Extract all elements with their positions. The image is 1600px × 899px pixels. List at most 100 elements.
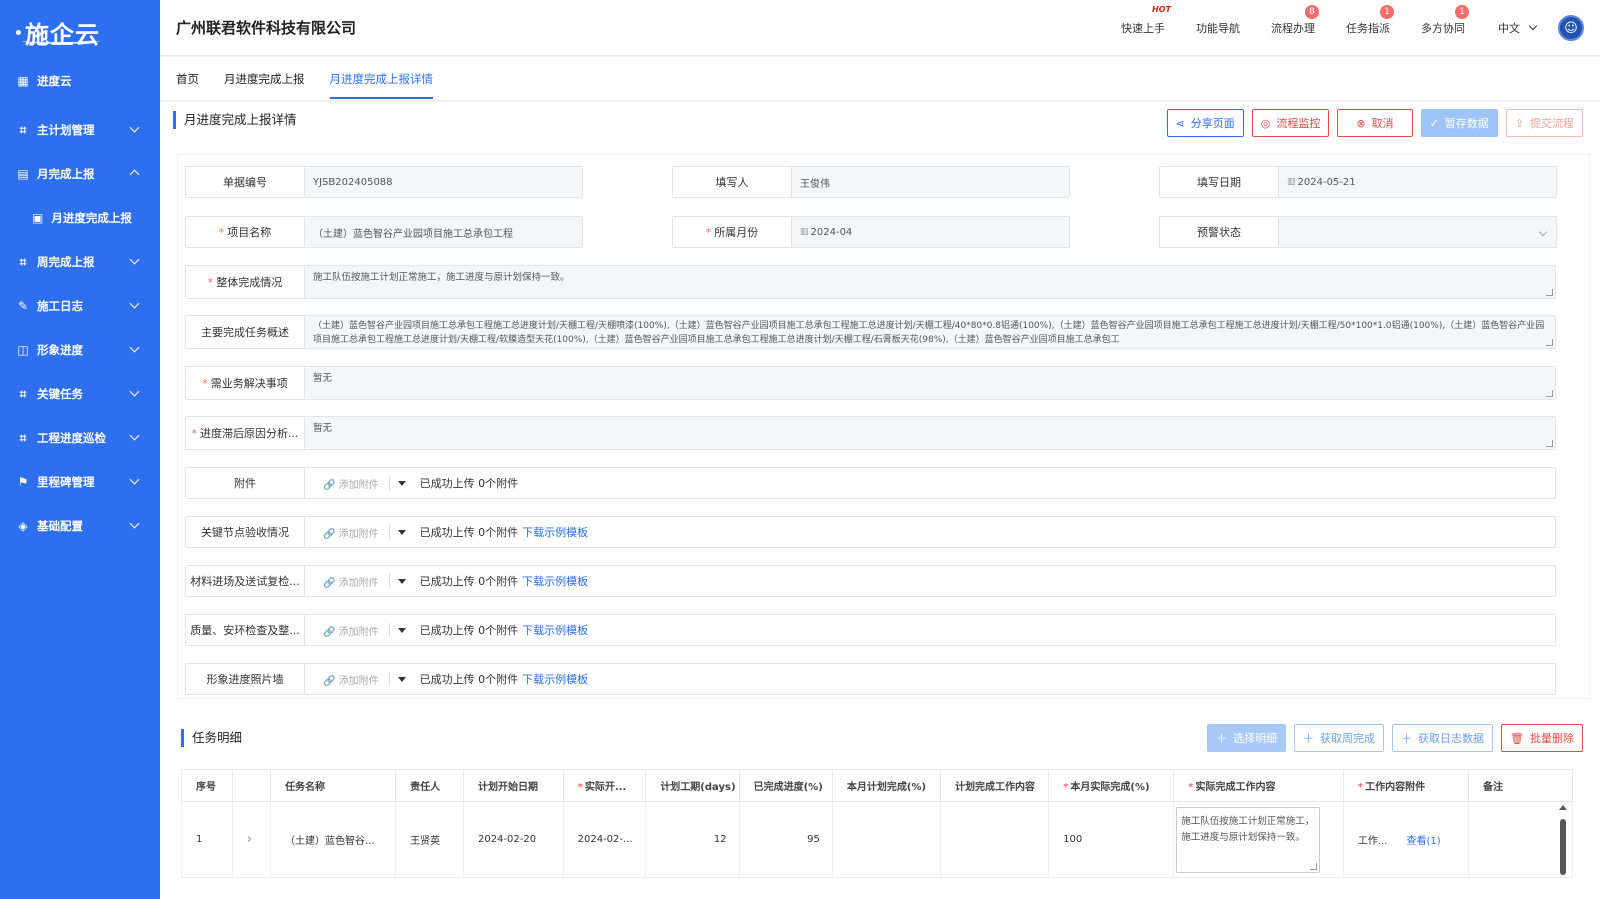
key-node-upload: 🔗 添加附件 已成功上传 0个附件 下载示例模板 <box>305 517 1555 547</box>
cell-month-actual[interactable]: 100 <box>1048 801 1175 878</box>
tab-home[interactable]: 首页 <box>176 57 199 101</box>
hot-badge: HOT <box>1152 5 1171 14</box>
summary-text: （土建）蓝色智谷产业园项目施工总承包工程施工总进度计划/天棚工程/天棚喷漆(10… <box>313 321 1545 345</box>
scroll-thumb[interactable] <box>1560 819 1566 875</box>
resize-handle[interactable] <box>1546 440 1553 447</box>
resize-handle[interactable] <box>1546 339 1553 346</box>
avatar[interactable]: ☺ <box>1558 15 1584 41</box>
table-scrollbar[interactable] <box>1556 801 1570 877</box>
resize-handle[interactable] <box>1546 289 1553 296</box>
save-draft-button[interactable]: ✓ 暂存数据 <box>1420 109 1498 137</box>
quick-start-label: 快速上手 <box>1121 22 1165 35</box>
month-value[interactable]: ▥ 2024-04 <box>792 217 1069 247</box>
org-icon: ⌗ <box>19 386 27 401</box>
dropdown-caret-icon[interactable] <box>397 676 406 682</box>
view-attachment-link[interactable]: 查看(1) <box>1407 836 1441 847</box>
delay-textarea[interactable]: 暂无 <box>305 417 1555 449</box>
sidebar: 施企云 ▦ 进度云 ⌗ 主计划管理 ▤ 月完成上报 ▣ 月进度完成上报 ⌗ 周完… <box>0 0 160 899</box>
filler-label: 填写人 <box>673 167 792 197</box>
share-page-button[interactable]: ⋖ 分享页面 <box>1166 109 1244 137</box>
task-assign-link[interactable]: 任务指派 1 <box>1346 5 1394 36</box>
task-assign-label: 任务指派 <box>1346 22 1390 35</box>
function-nav-link[interactable]: 功能导航 <box>1196 20 1240 36</box>
resize-handle[interactable] <box>1546 390 1553 397</box>
download-template-link[interactable]: 下载示例模板 <box>522 622 588 638</box>
batch-delete-button[interactable]: 🗑 批量删除 <box>1501 724 1583 752</box>
org-icon: ⌗ <box>19 122 27 137</box>
scroll-up-arrow-icon[interactable] <box>1559 805 1567 810</box>
add-attachment-button[interactable]: 🔗 添加附件 <box>323 574 379 589</box>
dropdown-caret-icon[interactable] <box>397 529 406 535</box>
sidebar-subitem-monthly-progress[interactable]: ▣ 月进度完成上报 <box>0 196 160 240</box>
fill-date-text: 2024-05-21 <box>1297 176 1356 188</box>
sidebar-item-construction-log[interactable]: ✎ 施工日志 <box>0 284 160 328</box>
col-month-actual-label: 本月实际完成(%) <box>1070 782 1150 793</box>
divider <box>388 525 390 539</box>
page-toolbar: ⋖ 分享页面 ◎ 流程监控 ⊗ 取消 ✓ 暂存数据 ⇪ 提交流程 <box>1159 109 1583 137</box>
warning-select[interactable] <box>1279 217 1556 247</box>
month-label-text: 所属月份 <box>714 226 759 239</box>
add-attachment-button[interactable]: 🔗 添加附件 <box>323 476 379 491</box>
sidebar-item-monthly-report[interactable]: ▤ 月完成上报 <box>0 152 160 196</box>
cell-attachment: 工作... 查看(1) <box>1342 801 1470 878</box>
fill-date-field: 填写日期 ▥ 2024-05-21 <box>1159 166 1557 198</box>
cancel-button[interactable]: ⊗ 取消 <box>1337 109 1413 137</box>
project-value[interactable]: （土建）蓝色智谷产业园项目施工总承包工程 <box>305 217 582 247</box>
resize-handle[interactable] <box>1310 862 1318 870</box>
actual-content-textarea[interactable]: 施工队伍按施工计划正常施工，施工进度与原计划保持一致。 <box>1176 806 1321 873</box>
download-template-link[interactable]: 下载示例模板 <box>522 524 588 540</box>
process-monitor-button[interactable]: ◎ 流程监控 <box>1251 109 1330 137</box>
col-attachment: * 工作内容附件 <box>1342 769 1470 802</box>
add-attachment-button[interactable]: 🔗 添加附件 <box>323 672 379 687</box>
sidebar-item-progress-cloud[interactable]: ▦ 进度云 <box>0 64 160 98</box>
sidebar-item-base-config[interactable]: ◈ 基础配置 <box>0 504 160 548</box>
milestone-icon: ⚑ <box>17 475 29 489</box>
calendar-icon: ▥ <box>800 227 809 237</box>
calendar-icon: ▥ <box>1287 177 1296 187</box>
workflow-link[interactable]: 流程办理 8 <box>1271 5 1319 36</box>
tab-monthly-report-detail[interactable]: 月进度完成上报详情 <box>329 57 433 101</box>
attachment-upload: 🔗 添加附件 已成功上传 0个附件 <box>305 468 1555 498</box>
sidebar-item-master-plan[interactable]: ⌗ 主计划管理 <box>0 108 160 152</box>
sidebar-item-image-progress[interactable]: ◫ 形象进度 <box>0 328 160 372</box>
collaboration-link[interactable]: 多方协同 1 <box>1421 5 1469 36</box>
task-table: 序号 任务名称 责任人 计划开始日期 * 实际开... 计划工期(days) 已完… <box>181 769 1573 878</box>
dropdown-caret-icon[interactable] <box>397 480 406 486</box>
download-template-link[interactable]: 下载示例模板 <box>522 573 588 589</box>
cell-actual-start[interactable]: 2024-02-... <box>562 801 647 878</box>
sidebar-item-key-tasks[interactable]: ⌗ 关键任务 <box>0 372 160 416</box>
dropdown-caret-icon[interactable] <box>397 627 406 633</box>
get-weekly-button[interactable]: ＋ 获取周完成 <box>1294 724 1385 752</box>
sidebar-item-label: 施工日志 <box>37 299 83 313</box>
sidebar-item-inspection[interactable]: ⌗ 工程进度巡检 <box>0 416 160 460</box>
add-attachment-button[interactable]: 🔗 添加附件 <box>323 623 379 638</box>
sidebar-item-label: 周完成上报 <box>37 255 95 269</box>
col-no: 序号 <box>181 769 233 802</box>
submit-process-button[interactable]: ⇪ 提交流程 <box>1505 109 1583 137</box>
summary-field: 主要完成任务概述 （土建）蓝色智谷产业园项目施工总承包工程施工总进度计划/天棚工… <box>185 315 1556 349</box>
quick-start-link[interactable]: 快速上手 HOT <box>1121 5 1171 36</box>
main-content: 月进度完成上报详情 ⋖ 分享页面 ◎ 流程监控 ⊗ 取消 ✓ 暂存数据 ⇪ 提交流程 单据… <box>160 102 1600 899</box>
collaboration-badge: 1 <box>1455 5 1469 19</box>
get-log-data-button[interactable]: ＋ 获取日志数据 <box>1392 724 1494 752</box>
app-logo[interactable]: 施企云 <box>0 0 160 64</box>
add-attachment-button[interactable]: 🔗 添加附件 <box>323 525 379 540</box>
tab-monthly-report[interactable]: 月进度完成上报 <box>224 57 305 101</box>
sidebar-item-weekly-report[interactable]: ⌗ 周完成上报 <box>0 240 160 284</box>
sidebar-item-label: 关键任务 <box>37 387 83 401</box>
dropdown-caret-icon[interactable] <box>397 578 406 584</box>
overall-textarea[interactable]: 施工队伍按施工计划正常施工，施工进度与原计划保持一致。 <box>305 266 1555 298</box>
key-node-label: 关键节点验收情况 <box>186 517 305 547</box>
download-template-link[interactable]: 下载示例模板 <box>522 671 588 687</box>
month-field: * 所属月份 ▥ 2024-04 <box>672 216 1070 248</box>
required-mark: * <box>577 782 583 793</box>
sidebar-item-milestone[interactable]: ⚑ 里程碑管理 <box>0 460 160 504</box>
issues-textarea[interactable]: 暂无 <box>305 367 1555 399</box>
expand-row-icon[interactable]: › <box>231 801 272 878</box>
required-mark: * <box>191 426 198 440</box>
log-icon: ✎ <box>17 299 29 313</box>
add-attachment-label: 添加附件 <box>338 479 379 491</box>
select-detail-button[interactable]: ＋ 选择明细 <box>1207 724 1287 752</box>
language-select[interactable]: 中文 <box>1498 20 1538 36</box>
summary-textarea[interactable]: （土建）蓝色智谷产业园项目施工总承包工程施工总进度计划/天棚工程/天棚喷漆(10… <box>305 316 1555 348</box>
